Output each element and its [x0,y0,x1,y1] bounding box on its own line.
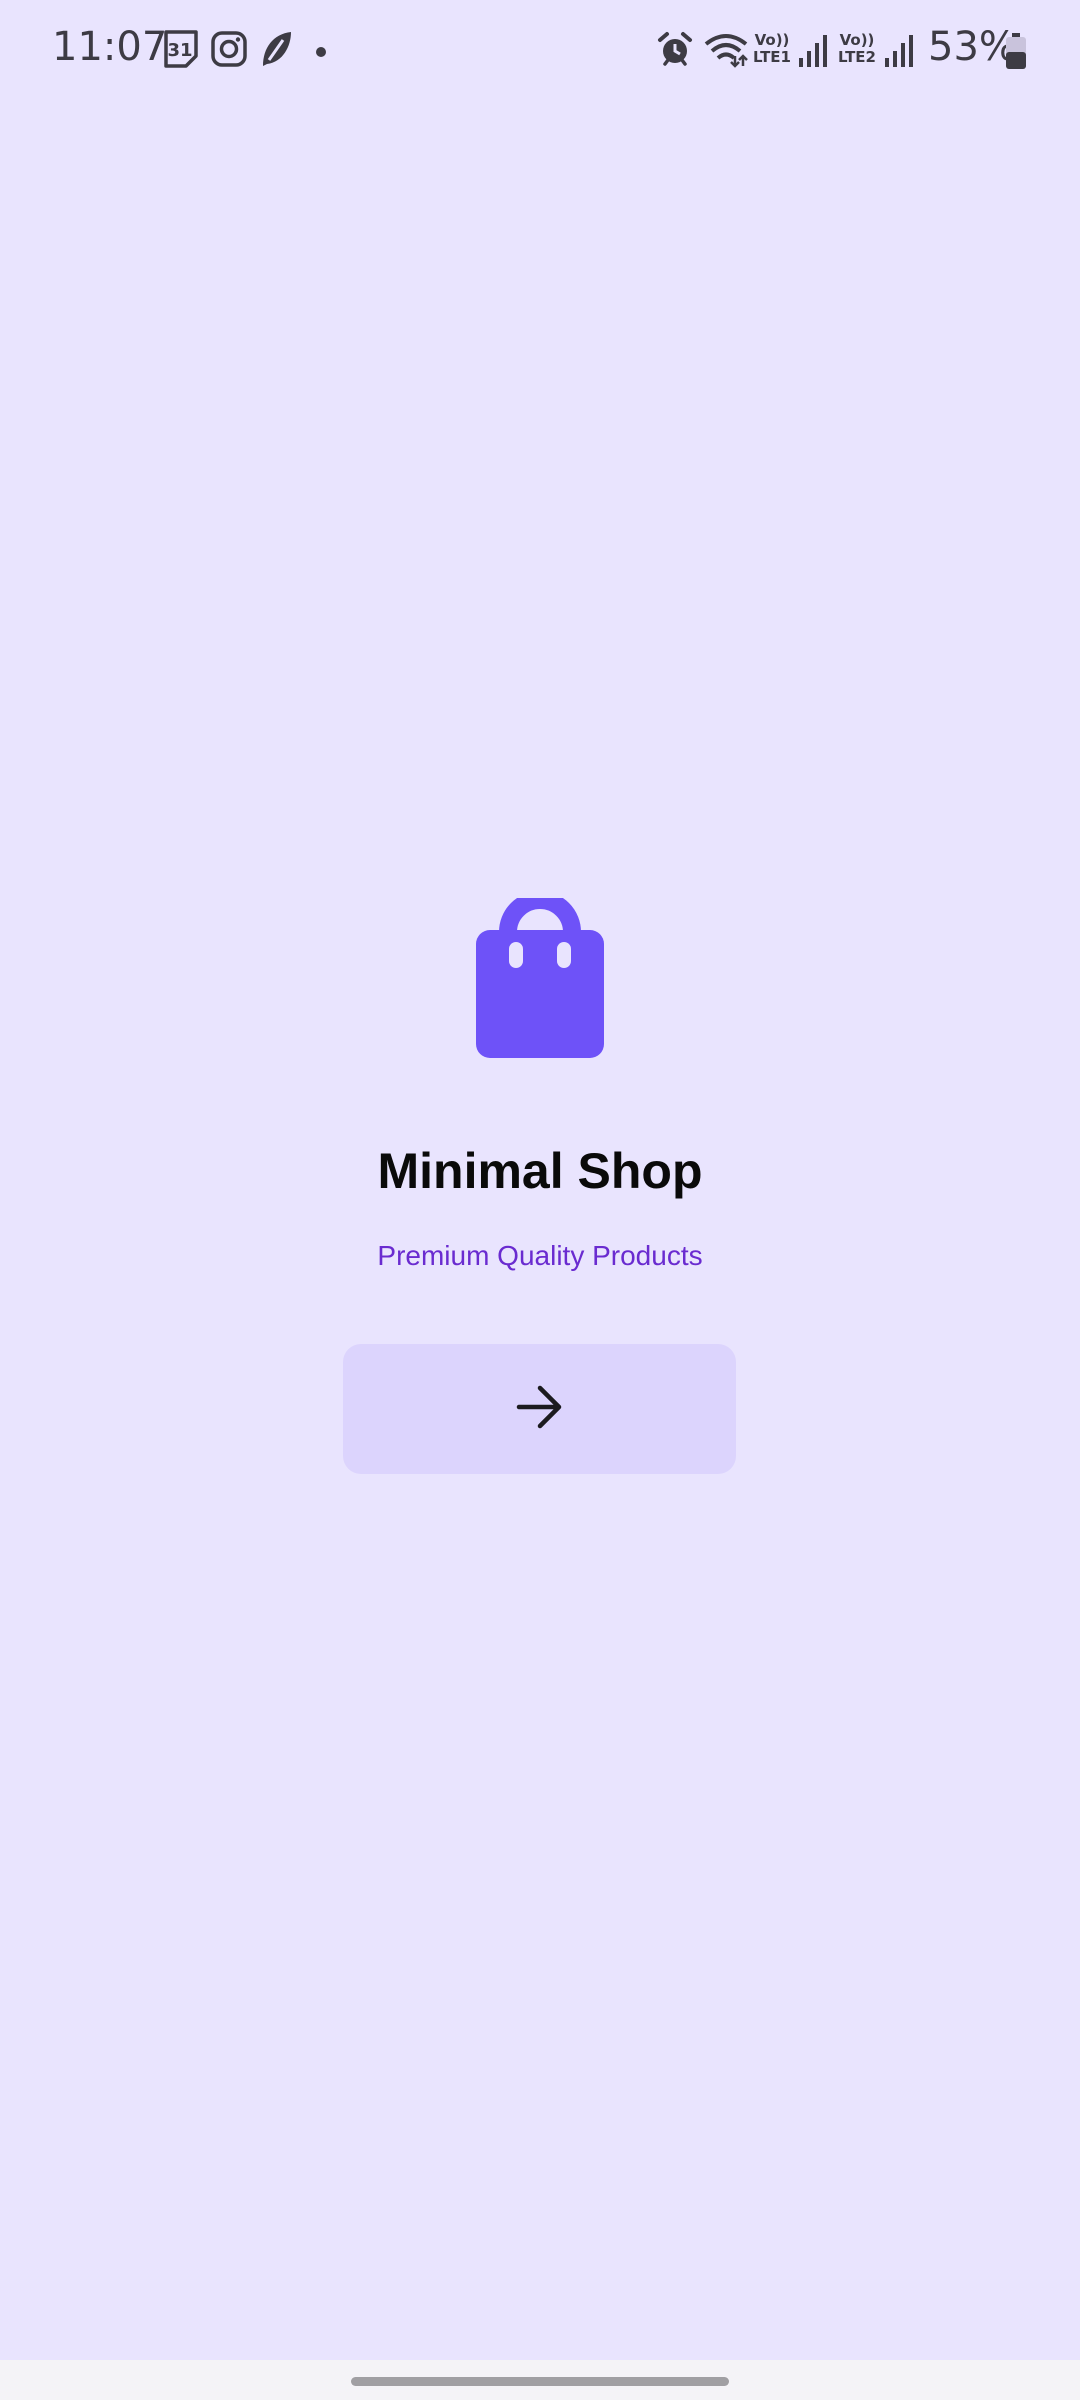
svg-text:31: 31 [167,40,192,61]
wifi-icon [703,32,749,73]
shopping-bag-icon [476,891,604,1065]
status-time: 11:07 [52,24,168,70]
signal-icon [884,34,916,73]
next-button[interactable] [343,1344,736,1474]
battery-icon [1004,32,1028,75]
instagram-icon [210,28,248,73]
arrow-right-icon [515,1384,565,1435]
home-indicator[interactable] [351,2377,729,2386]
app-subtitle: Premium Quality Products [377,1240,703,1271]
status-bar: 11:07 31 Vo)) LTE1 Vo)) LTE2 53% [0,0,1080,100]
alarm-icon [656,30,694,73]
navigation-bar [0,2360,1080,2400]
sim2-lte-label: Vo)) LTE2 [838,31,876,66]
feather-app-icon [257,28,295,73]
notification-dot-icon [315,45,327,63]
app-title: Minimal Shop [377,1143,703,1199]
sim1-lte-label: Vo)) LTE1 [753,31,791,66]
calendar-icon: 31 [162,28,200,73]
signal-icon [798,34,830,73]
